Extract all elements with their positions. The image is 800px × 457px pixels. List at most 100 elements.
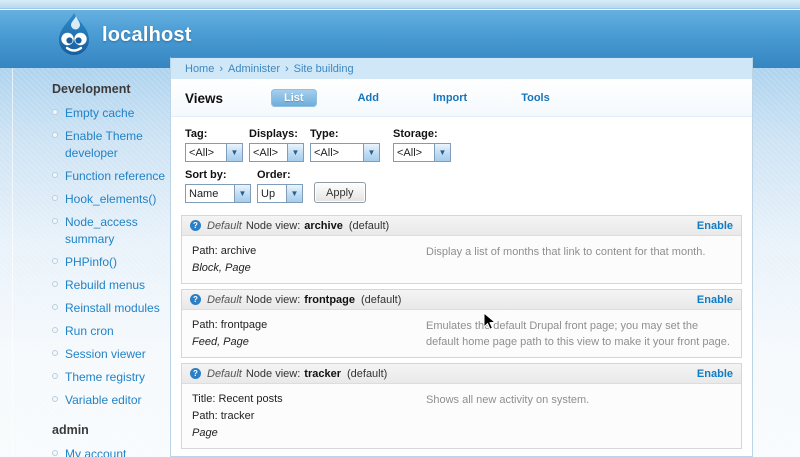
sidebar-item-enable-theme-developer[interactable]: Enable Theme developer — [52, 128, 174, 162]
site-name-link[interactable]: localhost — [102, 24, 192, 47]
sidebar-item-reinstall-modules[interactable]: Reinstall modules — [52, 300, 174, 317]
filter-displays: Displays: <All> ▼ — [249, 128, 304, 162]
enable-link[interactable]: Enable — [697, 368, 733, 380]
breadcrumb: Home › Administer › Site building — [171, 58, 752, 79]
bullet-icon — [52, 304, 58, 310]
tab-list[interactable]: List — [271, 89, 317, 107]
views-list: ? Default Node view: archive (default) E… — [171, 213, 752, 449]
bullet-icon — [52, 218, 58, 224]
bullet-icon — [52, 172, 58, 178]
filter-storage-label: Storage: — [393, 128, 438, 140]
sidebar-item-empty-cache[interactable]: Empty cache — [52, 105, 174, 122]
dropdown-arrow-icon: ▼ — [363, 144, 379, 161]
view-row-header: ? Default Node view: tracker (default) E… — [182, 364, 741, 384]
view-title: Title: Recent posts — [192, 393, 283, 405]
help-icon[interactable]: ? — [190, 220, 201, 231]
apply-button[interactable]: Apply — [314, 182, 366, 203]
sidebar-item-node-access-summary[interactable]: Node_access summary — [52, 214, 174, 248]
help-icon[interactable]: ? — [190, 294, 201, 305]
view-row-frontpage: ? Default Node view: frontpage (default)… — [181, 289, 742, 358]
sidebar-item-variable-editor[interactable]: Variable editor — [52, 392, 174, 409]
filter-storage: Storage: <All> ▼ — [393, 128, 451, 162]
view-displays: Feed, Page — [192, 336, 249, 348]
view-row-tracker: ? Default Node view: tracker (default) E… — [181, 363, 742, 449]
sidebar-menu-development: Empty cache Enable Theme developer Funct… — [52, 105, 174, 409]
page-title: Views — [185, 90, 224, 106]
tab-add[interactable]: Add — [345, 89, 392, 107]
sidebar-item-theme-registry[interactable]: Theme registry — [52, 369, 174, 386]
bullet-icon — [52, 132, 58, 138]
view-path: Path: archive — [192, 245, 257, 257]
tab-tools[interactable]: Tools — [508, 89, 563, 107]
filter-sort: Sort by: Name ▼ — [185, 169, 251, 203]
dropdown-arrow-icon: ▼ — [434, 144, 450, 161]
filter-displays-label: Displays: — [249, 128, 298, 140]
tag-select[interactable]: <All> ▼ — [185, 143, 243, 162]
dropdown-arrow-icon: ▼ — [234, 185, 250, 202]
view-description: Display a list of months that link to co… — [426, 246, 706, 258]
view-row-body: Path: archive Block, Page Display a list… — [182, 236, 741, 283]
filter-tag-label: Tag: — [185, 128, 208, 140]
enable-link[interactable]: Enable — [697, 294, 733, 306]
bullet-icon — [52, 109, 58, 115]
tab-import[interactable]: Import — [420, 89, 480, 107]
sidebar-menu-admin: My account ▷Create content ▽Administer ▷… — [52, 446, 174, 457]
view-row-body: Path: frontpage Feed, Page Emulates the … — [182, 310, 741, 357]
displays-select[interactable]: <All> ▼ — [249, 143, 304, 162]
filters: Tag: <All> ▼ Displays: <All> ▼ Type: <Al… — [171, 117, 752, 213]
sidebar-item-my-account[interactable]: My account — [52, 446, 174, 457]
filter-type: Type: <All> ▼ — [310, 128, 380, 162]
sidebar-item-rebuild-menus[interactable]: Rebuild menus — [52, 277, 174, 294]
view-path: Path: frontpage — [192, 319, 268, 331]
drupal-logo-icon — [59, 13, 89, 55]
view-displays: Page — [192, 427, 218, 439]
mouse-cursor — [483, 312, 496, 330]
view-row-header: ? Default Node view: archive (default) E… — [182, 216, 741, 236]
view-displays: Block, Page — [192, 262, 251, 274]
storage-select[interactable]: <All> ▼ — [393, 143, 451, 162]
sort-select[interactable]: Name ▼ — [185, 184, 251, 203]
view-row-header: ? Default Node view: frontpage (default)… — [182, 290, 741, 310]
filter-type-label: Type: — [310, 128, 339, 140]
dropdown-arrow-icon: ▼ — [226, 144, 242, 161]
filter-order-label: Order: — [257, 169, 291, 181]
breadcrumb-separator: › — [219, 62, 224, 75]
bullet-icon — [52, 396, 58, 402]
order-select[interactable]: Up ▼ — [257, 184, 303, 203]
sidebar-item-hook-elements[interactable]: Hook_elements() — [52, 191, 174, 208]
bullet-icon — [52, 281, 58, 287]
breadcrumb-site-building[interactable]: Site building — [294, 63, 354, 75]
filter-order: Order: Up ▼ — [257, 169, 303, 203]
breadcrumb-administer[interactable]: Administer — [228, 63, 280, 75]
main-content: Home › Administer › Site building Views … — [170, 57, 753, 457]
enable-link[interactable]: Enable — [697, 220, 733, 232]
sidebar-section-title: Development — [52, 82, 131, 96]
sidebar-item-run-cron[interactable]: Run cron — [52, 323, 174, 340]
sidebar-item-phpinfo[interactable]: PHPinfo() — [52, 254, 174, 271]
bullet-icon — [52, 450, 58, 456]
dropdown-arrow-icon: ▼ — [286, 185, 302, 202]
bullet-icon — [52, 327, 58, 333]
view-row-archive: ? Default Node view: archive (default) E… — [181, 215, 742, 284]
bullet-icon — [52, 258, 58, 264]
sidebar-section-title: admin — [52, 423, 89, 437]
breadcrumb-separator: › — [284, 62, 289, 75]
sidebar-item-session-viewer[interactable]: Session viewer — [52, 346, 174, 363]
tabs-bar: Views List Add Import Tools — [171, 79, 752, 117]
view-description: Emulates the default Drupal front page; … — [426, 320, 730, 348]
filter-tag: Tag: <All> ▼ — [185, 128, 243, 162]
sidebar-item-function-reference[interactable]: Function reference — [52, 168, 174, 185]
bullet-icon — [52, 373, 58, 379]
help-icon[interactable]: ? — [190, 368, 201, 379]
breadcrumb-home[interactable]: Home — [185, 63, 214, 75]
bullet-icon — [52, 350, 58, 356]
filter-sort-label: Sort by: — [185, 169, 227, 181]
type-select[interactable]: <All> ▼ — [310, 143, 380, 162]
view-description: Shows all new activity on system. — [426, 394, 590, 406]
browser-top-strip — [0, 0, 800, 9]
view-path: Path: tracker — [192, 410, 255, 422]
bullet-icon — [52, 195, 58, 201]
dropdown-arrow-icon: ▼ — [287, 144, 303, 161]
view-row-body: Title: Recent posts Path: tracker Page S… — [182, 384, 741, 448]
sidebar: Development Empty cache Enable Theme dev… — [52, 82, 174, 457]
